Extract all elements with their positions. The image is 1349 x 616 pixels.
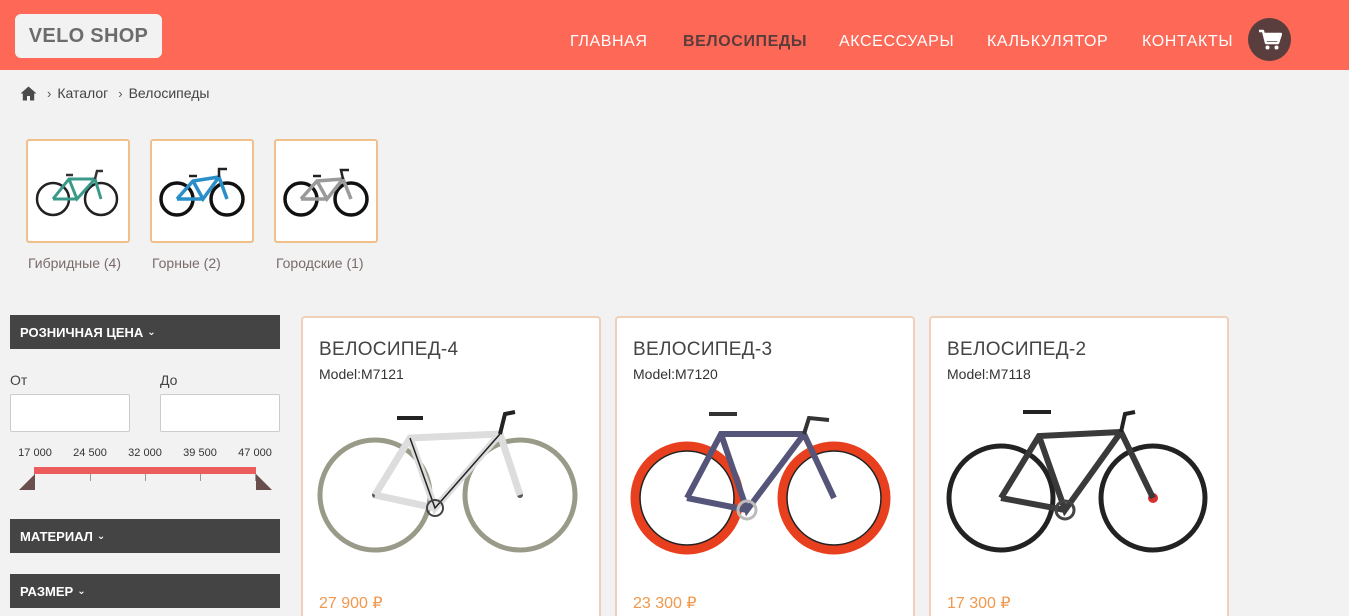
category-label[interactable]: Гибридные (4): [28, 255, 121, 271]
filter-size-toggle[interactable]: РАЗМЕР ⌄: [10, 574, 280, 608]
home-icon[interactable]: [20, 86, 37, 101]
chevron-down-icon: ⌄: [96, 530, 106, 542]
nav-home[interactable]: ГЛАВНАЯ: [570, 33, 648, 51]
breadcrumb-separator: ›: [118, 85, 123, 101]
range-min-handle[interactable]: [19, 474, 35, 490]
category-image[interactable]: [274, 139, 378, 243]
product-title[interactable]: ВЕЛОСИПЕД-2: [947, 339, 1086, 361]
breadcrumb-separator: ›: [47, 85, 52, 101]
product-price: 17 300 ₽: [947, 595, 1011, 612]
category-hybrid[interactable]: Гибридные (4): [26, 139, 130, 271]
nav-accessories[interactable]: АКСЕССУАРЫ: [839, 33, 954, 51]
chevron-down-icon: ⌄: [147, 326, 156, 338]
filter-price-toggle[interactable]: РОЗНИЧНАЯ ЦЕНА ⌄: [10, 315, 280, 349]
price-from-input[interactable]: [10, 394, 130, 432]
category-image[interactable]: [150, 139, 254, 243]
chevron-down-icon: ⌄: [77, 585, 86, 597]
range-tick-mark: [200, 474, 201, 481]
cart-icon: [1258, 29, 1282, 49]
breadcrumb-bicycles[interactable]: Велосипеды: [129, 85, 210, 101]
breadcrumb-catalog[interactable]: Каталог: [57, 85, 108, 101]
category-label[interactable]: Горные (2): [152, 255, 221, 271]
product-title[interactable]: ВЕЛОСИПЕД-3: [633, 339, 772, 361]
product-price: 27 900 ₽: [319, 595, 383, 612]
price-from-label: От: [10, 372, 28, 388]
category-city[interactable]: Городские (1): [274, 139, 378, 271]
range-tick-mark: [145, 474, 146, 481]
category-label[interactable]: Городские (1): [276, 255, 364, 271]
nav-bicycles[interactable]: ВЕЛОСИПЕДЫ: [683, 33, 807, 51]
range-tick-label: 32 000: [128, 447, 162, 459]
filter-material-toggle[interactable]: МАТЕРИАЛ ⌄: [10, 519, 280, 553]
product-model: Model:M7118: [947, 366, 1031, 382]
range-tick-mark: [90, 474, 91, 481]
cart-button[interactable]: [1248, 18, 1291, 61]
range-tick-label: 47 000: [238, 447, 272, 459]
product-bike-image: [630, 412, 891, 555]
product-bike-image: [946, 410, 1208, 553]
hybrid-bike-image: [35, 169, 119, 217]
price-to-label: До: [160, 372, 178, 388]
filter-title: РАЗМЕР: [20, 583, 74, 599]
range-max-handle[interactable]: [256, 474, 272, 490]
price-to-input[interactable]: [160, 394, 280, 432]
category-mountain[interactable]: Горные (2): [150, 139, 254, 271]
logo[interactable]: VELO SHOP: [15, 14, 162, 58]
category-image[interactable]: [26, 139, 130, 243]
breadcrumb: › Каталог › Велосипеды: [20, 83, 209, 103]
range-tick-label: 39 500: [183, 447, 217, 459]
product-card[interactable]: ВЕЛОСИПЕД-3 Model:M7120 23 300 ₽: [615, 316, 915, 616]
product-card[interactable]: ВЕЛОСИПЕД-4 Model:M7121 27 900 ₽: [301, 316, 601, 616]
city-bike-image: [283, 168, 369, 217]
site-header: VELO SHOP ГЛАВНАЯ ВЕЛОСИПЕДЫ АКСЕССУАРЫ …: [0, 0, 1349, 70]
product-price: 23 300 ₽: [633, 595, 697, 612]
product-model: Model:M7121: [319, 366, 404, 382]
product-title[interactable]: ВЕЛОСИПЕД-4: [319, 339, 458, 361]
range-tick-label: 24 500: [73, 447, 107, 459]
nav-contacts[interactable]: КОНТАКТЫ: [1142, 33, 1233, 51]
filter-title: РОЗНИЧНАЯ ЦЕНА: [20, 324, 144, 340]
range-tick-label: 17 000: [18, 447, 52, 459]
filter-title: МАТЕРИАЛ: [20, 528, 93, 544]
price-range-track[interactable]: [34, 467, 256, 474]
mountain-bike-image: [159, 167, 245, 217]
product-bike-image: [317, 410, 578, 553]
product-model: Model:M7120: [633, 366, 718, 382]
product-card[interactable]: ВЕЛОСИПЕД-2 Model:M7118 17 300 ₽: [929, 316, 1229, 616]
nav-calculator[interactable]: КАЛЬКУЛЯТОР: [987, 33, 1108, 51]
